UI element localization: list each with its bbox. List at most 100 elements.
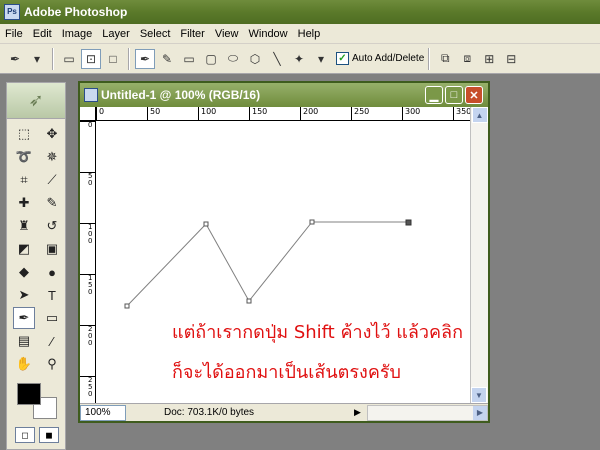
- auto-add-delete-label: Auto Add/Delete: [352, 53, 425, 64]
- minimize-button[interactable]: ▁: [425, 86, 443, 104]
- close-button[interactable]: ✕: [465, 86, 483, 104]
- intersect-path-icon[interactable]: ⊞: [479, 49, 499, 69]
- anchor-point[interactable]: [124, 303, 130, 309]
- freeform-pen-icon[interactable]: ✎: [157, 49, 177, 69]
- line-icon[interactable]: ╲: [267, 49, 287, 69]
- type-tool-icon[interactable]: T: [41, 284, 63, 306]
- anchor-point[interactable]: [203, 221, 209, 227]
- gradient-tool-icon[interactable]: ▣: [41, 238, 63, 260]
- eraser-tool-icon[interactable]: ◩: [13, 238, 35, 260]
- menu-bar: File Edit Image Layer Select Filter View…: [0, 24, 600, 44]
- exclude-overlap-icon[interactable]: ⊟: [501, 49, 521, 69]
- shape-layers-icon[interactable]: ▭: [59, 49, 79, 69]
- slice-tool-icon[interactable]: ⟋: [41, 169, 63, 191]
- options-bar: ✒ ▾ ▭ ⊡ □ ✒ ✎ ▭ ▢ ⬭ ⬡ ╲ ✦ ▾ ✓ Auto Add/D…: [0, 44, 600, 74]
- pen-icon[interactable]: ✒: [135, 48, 155, 69]
- ruler-h-label: 100: [198, 107, 216, 120]
- add-to-path-icon[interactable]: ⧉: [435, 49, 455, 69]
- photoshop-logo-icon: Ps: [4, 4, 20, 20]
- doc-size-info[interactable]: Doc: 703.1K/0 bytes: [164, 407, 354, 418]
- auto-add-delete-checkbox[interactable]: ✓: [336, 52, 349, 65]
- maximize-button[interactable]: □: [445, 86, 463, 104]
- status-bar: 100% Doc: 703.1K/0 bytes ▶ ▶: [80, 403, 488, 421]
- horizontal-ruler[interactable]: 0 50 100 150 200 250 300 350: [96, 107, 471, 121]
- move-tool-icon[interactable]: ✥: [41, 123, 63, 145]
- custom-shape-icon[interactable]: ✦: [289, 49, 309, 69]
- document-icon: [84, 88, 98, 102]
- dodge-tool-icon[interactable]: ●: [41, 261, 63, 283]
- scroll-right-icon[interactable]: ▶: [473, 405, 487, 420]
- menu-select[interactable]: Select: [135, 28, 176, 40]
- menu-layer[interactable]: Layer: [97, 28, 135, 40]
- shape-tool-icon[interactable]: ▭: [41, 307, 63, 329]
- subtract-from-path-icon[interactable]: ⧈: [457, 49, 477, 69]
- annotation-line-1: แต่ถ้าเรากดปุ่ม Shift ค้างไว้ แล้วคลิก: [172, 322, 463, 343]
- color-swatches: [13, 381, 65, 423]
- feather-logo-icon[interactable]: ➶: [7, 83, 65, 119]
- menu-image[interactable]: Image: [57, 28, 98, 40]
- history-brush-tool-icon[interactable]: ↺: [41, 215, 63, 237]
- quick-mask-mode-icon[interactable]: ◼: [39, 427, 59, 443]
- geometry-options-icon[interactable]: ▾: [311, 49, 331, 69]
- menu-filter[interactable]: Filter: [175, 28, 209, 40]
- scroll-up-icon[interactable]: ▲: [471, 107, 488, 123]
- ruler-h-label: 200: [300, 107, 318, 120]
- ruler-v-label: 2 5 0: [80, 376, 95, 398]
- document-title: Untitled-1 @ 100% (RGB/16): [101, 88, 261, 102]
- rectangle-icon[interactable]: ▭: [179, 49, 199, 69]
- scroll-down-icon[interactable]: ▼: [471, 387, 487, 403]
- anchor-point[interactable]: [246, 298, 252, 304]
- menu-view[interactable]: View: [210, 28, 244, 40]
- paths-mode-icon[interactable]: ⊡: [81, 48, 101, 69]
- lasso-tool-icon[interactable]: ➰: [13, 146, 35, 168]
- app-title-bar: Ps Adobe Photoshop: [0, 0, 600, 24]
- pen-tool-preset-icon[interactable]: ✒: [5, 49, 25, 69]
- eyedropper-tool-icon[interactable]: ⁄: [41, 330, 63, 352]
- document-window: Untitled-1 @ 100% (RGB/16) ▁ □ ✕ 0 50 10…: [78, 81, 490, 423]
- preset-dropdown-icon[interactable]: ▾: [27, 49, 47, 69]
- ruler-v-label: 5 0: [80, 172, 95, 187]
- ruler-h-label: 250: [351, 107, 369, 120]
- menu-edit[interactable]: Edit: [28, 28, 57, 40]
- rounded-rectangle-icon[interactable]: ▢: [201, 49, 221, 69]
- polygon-icon[interactable]: ⬡: [245, 49, 265, 69]
- clone-stamp-tool-icon[interactable]: ♜: [13, 215, 35, 237]
- blur-tool-icon[interactable]: ◆: [13, 261, 35, 283]
- zoom-field[interactable]: 100%: [80, 404, 126, 421]
- foreground-color-swatch[interactable]: [17, 383, 41, 405]
- anchor-point-selected[interactable]: [405, 219, 412, 226]
- horizontal-scrollbar[interactable]: ▶: [366, 404, 488, 421]
- ruler-h-label: 0: [96, 107, 104, 120]
- document-title-bar[interactable]: Untitled-1 @ 100% (RGB/16) ▁ □ ✕: [80, 83, 488, 107]
- work-path: [126, 221, 408, 307]
- vertical-ruler[interactable]: 0 5 0 1 0 0 1 5 0 2 0 0 2 5 0: [80, 121, 96, 403]
- magic-wand-tool-icon[interactable]: ✵: [41, 146, 63, 168]
- notes-tool-icon[interactable]: ▤: [13, 330, 35, 352]
- zoom-tool-icon[interactable]: ⚲: [41, 353, 63, 375]
- menu-help[interactable]: Help: [293, 28, 326, 40]
- anchor-point[interactable]: [309, 219, 315, 225]
- standard-mode-icon[interactable]: ◻: [15, 427, 35, 443]
- ruler-h-label: 300: [402, 107, 420, 120]
- crop-tool-icon[interactable]: ⌗: [13, 169, 35, 191]
- app-title: Adobe Photoshop: [24, 5, 128, 19]
- options-divider: [128, 47, 130, 70]
- options-divider: [52, 47, 54, 70]
- ruler-h-label: 50: [147, 107, 160, 120]
- ellipse-icon[interactable]: ⬭: [223, 49, 243, 69]
- ruler-v-label: 1 5 0: [80, 274, 95, 296]
- path-selection-tool-icon[interactable]: ➤: [13, 284, 35, 306]
- status-menu-arrow-icon[interactable]: ▶: [354, 407, 361, 418]
- hand-tool-icon[interactable]: ✋: [13, 353, 35, 375]
- menu-file[interactable]: File: [0, 28, 28, 40]
- ruler-origin[interactable]: [80, 107, 96, 121]
- pen-tool-icon[interactable]: ✒: [13, 307, 35, 329]
- menu-window[interactable]: Window: [244, 28, 293, 40]
- healing-brush-tool-icon[interactable]: ✚: [13, 192, 35, 214]
- brush-tool-icon[interactable]: ✎: [41, 192, 63, 214]
- image-canvas[interactable]: แต่ถ้าเรากดปุ่ม Shift ค้างไว้ แล้วคลิก ก…: [96, 121, 470, 403]
- vertical-scrollbar[interactable]: ▲ ▼: [470, 107, 488, 403]
- ruler-h-label: 150: [249, 107, 267, 120]
- marquee-tool-icon[interactable]: ⬚: [13, 123, 35, 145]
- fill-pixels-icon[interactable]: □: [103, 49, 123, 69]
